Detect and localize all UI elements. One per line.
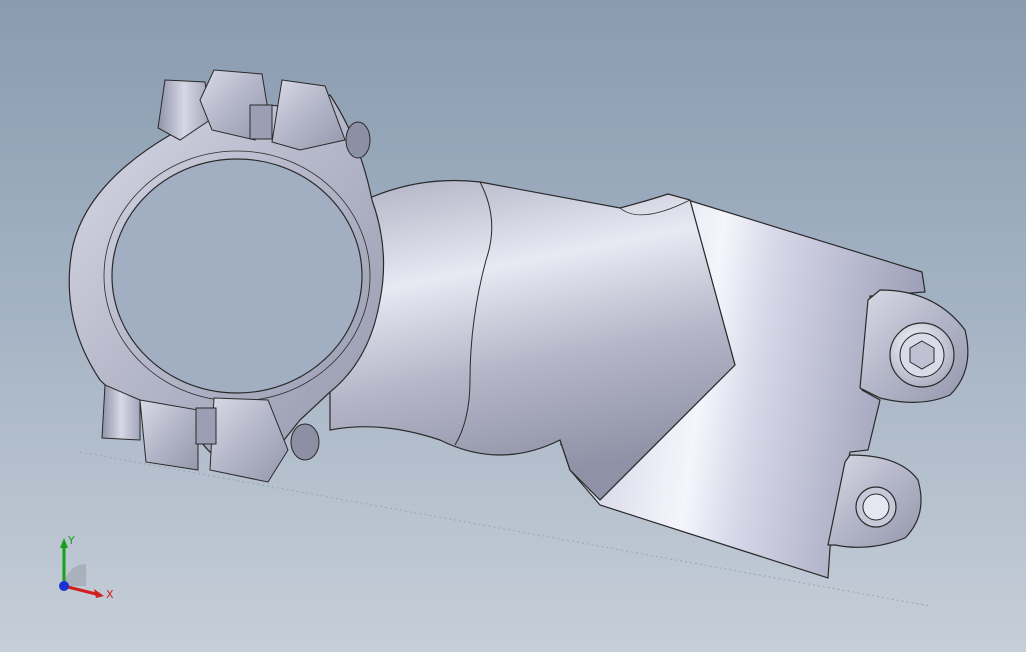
upper-clamp-gap	[249, 104, 273, 140]
upper-clamp-ear-right[interactable]	[271, 79, 346, 151]
x-arrowhead-icon	[94, 589, 104, 598]
lower-clamp-ear-mid[interactable]	[139, 399, 199, 471]
upper-clamp-hole	[345, 121, 371, 159]
x-axis-label: X	[106, 588, 114, 601]
graphics-viewport[interactable]: Y X	[0, 0, 1026, 652]
y-axis-label: Y	[67, 534, 75, 547]
y-arrowhead-icon	[60, 538, 68, 548]
lower-clamp-gap	[195, 407, 217, 445]
z-axis-dot-icon	[59, 581, 69, 591]
stem-3d-model[interactable]	[0, 0, 1026, 652]
handlebar-bore	[111, 158, 363, 394]
lower-clamp-hole	[290, 423, 320, 461]
bolt-hole-inner	[862, 493, 890, 521]
reference-triad[interactable]: Y X	[44, 526, 124, 616]
